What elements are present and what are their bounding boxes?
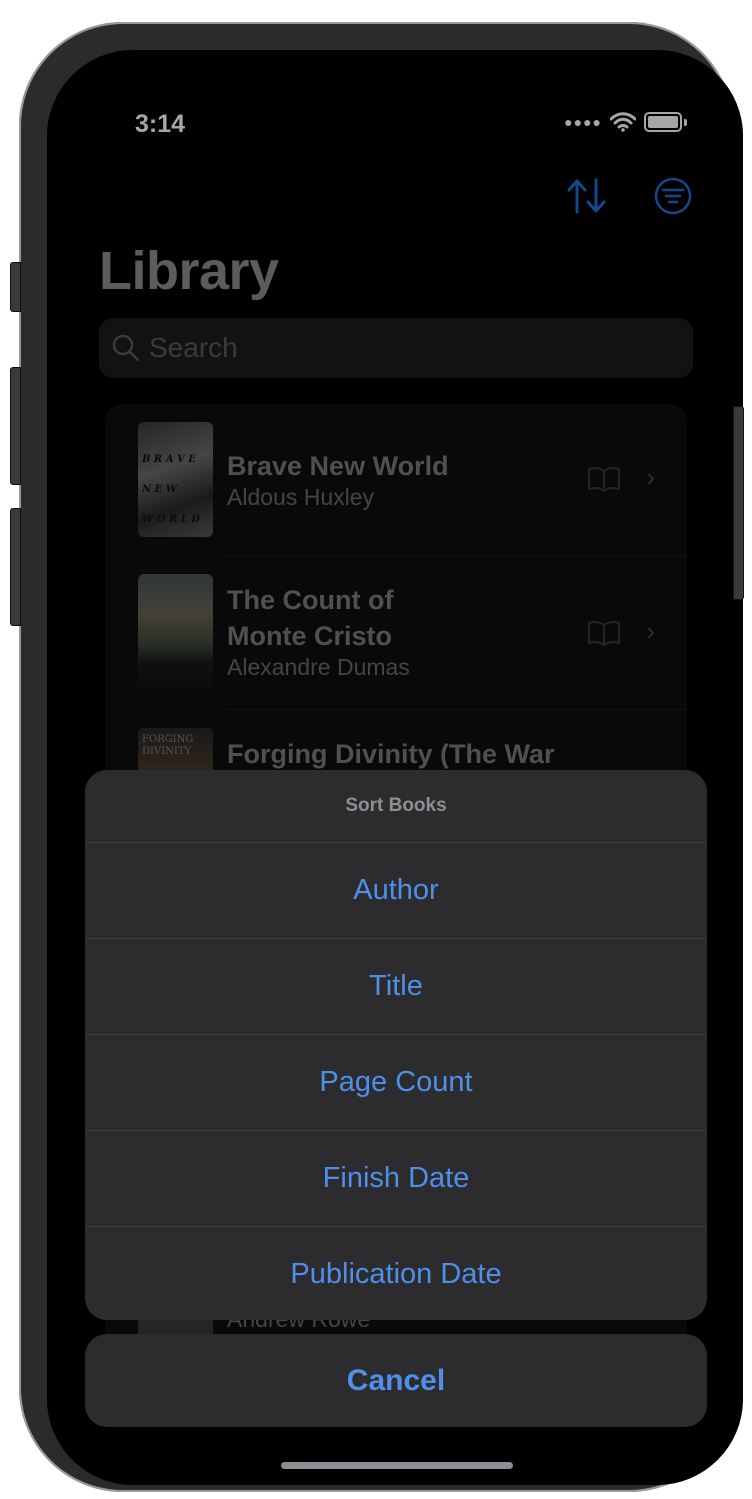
sort-option-title[interactable]: Title [85,939,707,1035]
volume-down-button [10,508,21,626]
sort-action-sheet: Sort Books Author Title Page Count Finis… [85,770,707,1320]
sort-option-finish-date[interactable]: Finish Date [85,1131,707,1227]
home-indicator[interactable] [281,1462,513,1469]
cancel-button[interactable]: Cancel [85,1334,707,1427]
side-button [733,406,744,600]
sort-option-author[interactable]: Author [85,843,707,939]
sort-option-publication-date[interactable]: Publication Date [85,1227,707,1320]
sort-option-page-count[interactable]: Page Count [85,1035,707,1131]
mute-switch [10,262,21,312]
screen: 3:14 ●●●● Library Search B R A V E N E W… [47,50,743,1485]
phone-frame: 3:14 ●●●● Library Search B R A V E N E W… [19,22,743,1492]
action-sheet-title: Sort Books [85,770,707,843]
volume-up-button [10,367,21,485]
